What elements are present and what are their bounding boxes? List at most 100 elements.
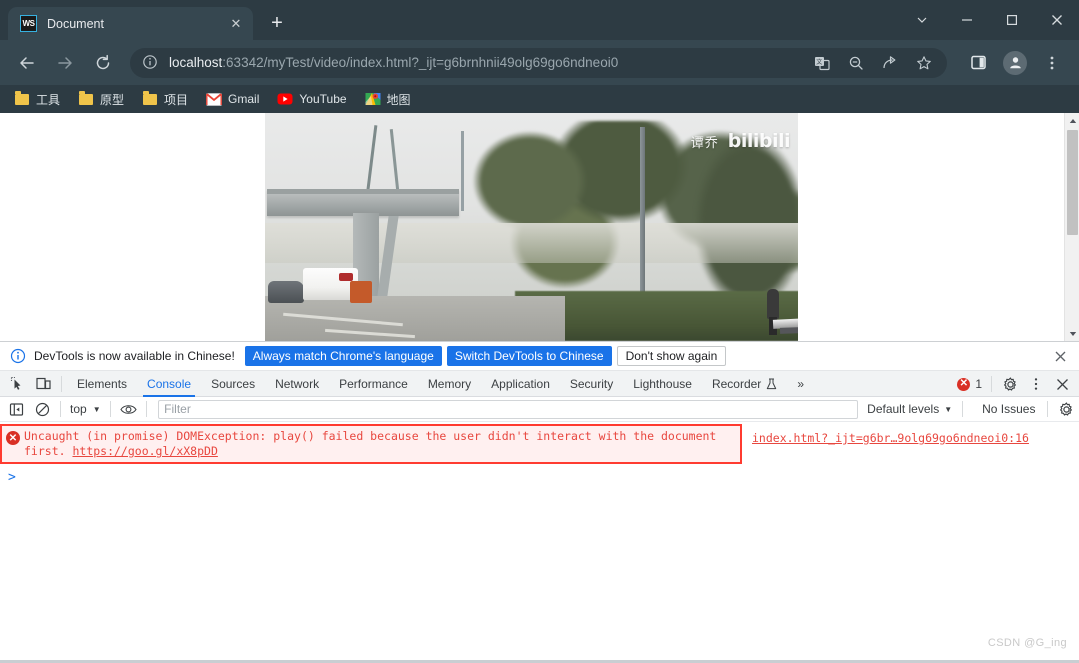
watermark-author: 谭乔 [691, 132, 719, 151]
minimize-icon[interactable] [944, 4, 989, 36]
issues-status[interactable]: No Issues [982, 402, 1035, 416]
tab-close-icon[interactable]: ✕ [227, 15, 245, 33]
maps-icon [365, 91, 381, 107]
bookmarks-bar: 工具 原型 项目 Gmail YouTube 地图 [0, 85, 1079, 113]
always-match-language-button[interactable]: Always match Chrome's language [245, 346, 442, 366]
bookmark-item[interactable]: YouTube [277, 91, 346, 107]
console-settings-gear-icon[interactable] [1053, 397, 1079, 421]
error-doc-link[interactable]: https://goo.gl/xX8pDD [72, 444, 217, 458]
tab-console[interactable]: Console [137, 371, 201, 397]
address-bar[interactable]: localhost:63342/myTest/video/index.html?… [130, 48, 947, 78]
divider [991, 376, 992, 392]
tab-elements[interactable]: Elements [67, 371, 137, 397]
more-tabs-button[interactable]: » [787, 371, 814, 397]
divider [60, 401, 61, 417]
device-toolbar-icon[interactable] [30, 372, 56, 396]
share-icon[interactable] [876, 49, 904, 77]
tab-recorder[interactable]: Recorder [702, 371, 787, 397]
execution-context-value: top [70, 402, 87, 416]
video-watermark: 谭乔 bilibili [691, 130, 790, 152]
clear-console-icon[interactable] [30, 397, 56, 421]
tab-lighthouse[interactable]: Lighthouse [623, 371, 702, 397]
error-count-badge[interactable]: ✕ 1 [957, 377, 982, 391]
scrollbar-thumb[interactable] [1067, 130, 1078, 235]
chrome-menu-icon[interactable] [1036, 47, 1068, 79]
inspect-element-icon[interactable] [4, 372, 30, 396]
browser-tab[interactable]: WS Document ✕ [8, 7, 253, 40]
bookmark-item[interactable]: 地图 [365, 91, 411, 108]
chevron-down-icon: ▼ [93, 405, 101, 414]
bookmark-item[interactable]: 项目 [142, 91, 188, 108]
site-info-icon[interactable] [142, 54, 159, 71]
tab-performance[interactable]: Performance [329, 371, 418, 397]
bookmark-label: 工具 [36, 91, 60, 108]
video-car [268, 281, 304, 303]
tab-security[interactable]: Security [560, 371, 623, 397]
devtools-menu-icon[interactable] [1023, 372, 1049, 396]
zoom-out-icon[interactable] [842, 49, 870, 77]
forward-icon[interactable] [49, 47, 81, 79]
bilibili-logo: bilibili [728, 130, 790, 152]
log-levels-select[interactable]: Default levels ▼ [867, 402, 952, 416]
console-error-message[interactable]: ✕ Uncaught (in promise) DOMException: pl… [0, 424, 742, 464]
tab-search-icon[interactable] [899, 4, 944, 36]
console-prompt[interactable]: > [0, 464, 1079, 485]
translate-icon[interactable]: 文 [808, 49, 836, 77]
devtools-panel: DevTools is now available in Chinese! Al… [0, 341, 1079, 663]
window-controls [899, 0, 1079, 40]
bookmark-label: 项目 [164, 91, 188, 108]
profile-avatar[interactable] [1003, 51, 1027, 75]
video-pylon [461, 131, 464, 211]
console-toolbar: top ▼ Default levels ▼ No Issues [0, 397, 1079, 422]
notice-close-icon[interactable] [1051, 347, 1069, 365]
switch-devtools-language-button[interactable]: Switch DevTools to Chinese [447, 346, 612, 366]
dont-show-again-button[interactable]: Don't show again [617, 346, 727, 366]
tab-network[interactable]: Network [265, 371, 329, 397]
scroll-up-icon[interactable] [1065, 113, 1079, 128]
close-window-icon[interactable] [1034, 4, 1079, 36]
youtube-icon [277, 91, 293, 107]
devtools-tab-bar: Elements Console Sources Network Perform… [0, 371, 1079, 397]
back-icon[interactable] [11, 47, 43, 79]
close-devtools-icon[interactable] [1049, 372, 1075, 396]
video-light-pole [640, 127, 645, 303]
flask-icon [766, 378, 777, 390]
execution-context-select[interactable]: top ▼ [66, 402, 105, 416]
notice-text: DevTools is now available in Chinese! [34, 349, 235, 363]
video-overpass-deck [267, 189, 459, 216]
console-error-source-link[interactable]: index.html?_ijt=g6br…9olg69go6ndneoi0:16 [752, 431, 1029, 445]
tab-title: Document [47, 17, 227, 31]
bookmark-item[interactable]: 原型 [78, 91, 124, 108]
folder-icon [142, 91, 158, 107]
omnibox-actions: 文 [805, 49, 941, 77]
maximize-icon[interactable] [989, 4, 1034, 36]
video-player[interactable]: 谭乔 bilibili [265, 113, 798, 341]
bookmark-item[interactable]: Gmail [206, 91, 259, 107]
video-truck [350, 281, 372, 303]
devtools-language-notice: DevTools is now available in Chinese! Al… [0, 342, 1079, 371]
chevron-down-icon: ▼ [944, 405, 952, 414]
webstorm-favicon-icon: WS [20, 15, 37, 32]
scroll-down-icon[interactable] [1065, 326, 1079, 341]
chrome-titlebar: WS Document ✕ + [0, 0, 1079, 40]
divider [962, 401, 963, 417]
tab-memory[interactable]: Memory [418, 371, 481, 397]
folder-icon [78, 91, 94, 107]
bookmark-star-icon[interactable] [910, 49, 938, 77]
console-filter-input[interactable] [158, 400, 858, 419]
tab-recorder-label: Recorder [712, 377, 761, 391]
live-expression-eye-icon[interactable] [116, 397, 142, 421]
reload-icon[interactable] [87, 47, 119, 79]
url-path: :63342/myTest/video/index.html?_ijt=g6br… [222, 55, 618, 70]
tab-sources[interactable]: Sources [201, 371, 265, 397]
page-scrollbar[interactable] [1064, 113, 1079, 341]
console-sidebar-toggle-icon[interactable] [4, 397, 30, 421]
side-panel-icon[interactable] [962, 47, 994, 79]
settings-gear-icon[interactable] [997, 372, 1023, 396]
video-haze [265, 223, 798, 263]
browser-window: WS Document ✕ + [0, 0, 1079, 663]
folder-icon [14, 91, 30, 107]
new-tab-button[interactable]: + [263, 9, 291, 37]
bookmark-item[interactable]: 工具 [14, 91, 60, 108]
tab-application[interactable]: Application [481, 371, 560, 397]
